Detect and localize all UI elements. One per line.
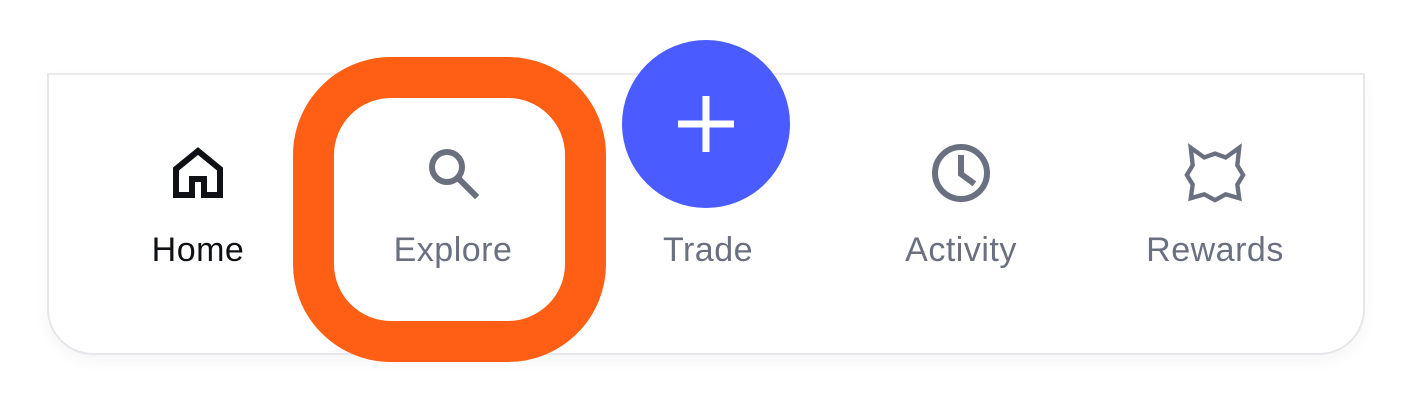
screen: Home Explore Trade Activity Rewards	[0, 0, 1408, 401]
search-icon	[421, 141, 485, 205]
nav-item-label: Explore	[393, 231, 513, 269]
nav-item-activity[interactable]: Activity	[880, 75, 1042, 357]
nav-item-label: Trade	[662, 231, 754, 269]
rewards-shape-icon	[1183, 141, 1247, 205]
nav-item-label: Activity	[905, 231, 1017, 269]
nav-item-home[interactable]: Home	[117, 75, 279, 357]
nav-item-rewards[interactable]: Rewards	[1134, 75, 1296, 357]
plus-icon	[678, 96, 734, 152]
nav-item-explore[interactable]: Explore	[372, 75, 534, 357]
nav-item-label: Home	[151, 231, 245, 269]
home-icon	[166, 141, 230, 205]
trade-fab-button[interactable]	[622, 40, 790, 208]
nav-item-label: Rewards	[1146, 231, 1284, 269]
clock-icon	[929, 141, 993, 205]
